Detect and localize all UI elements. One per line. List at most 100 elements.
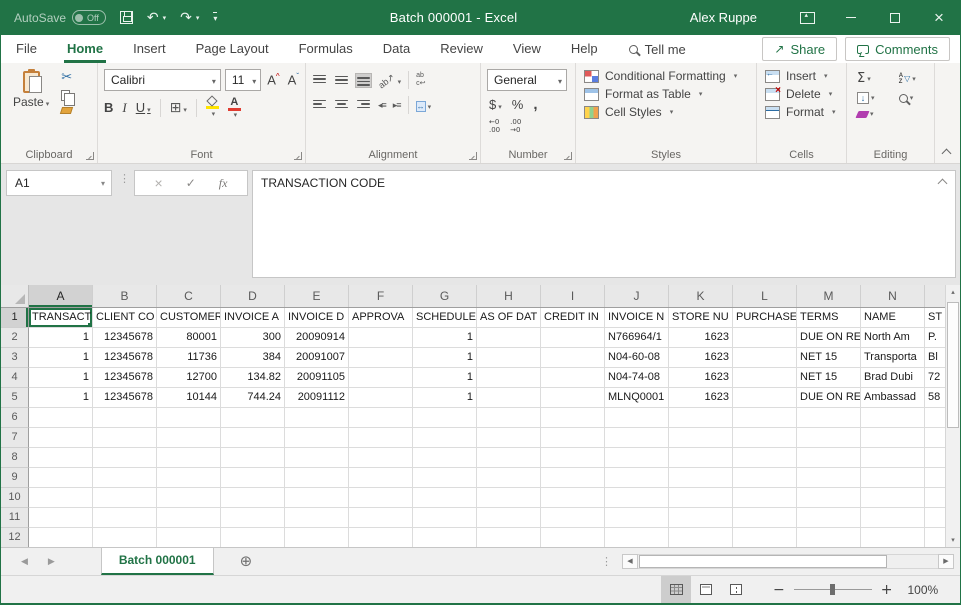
cell-C8[interactable] bbox=[157, 448, 221, 468]
cell-D10[interactable] bbox=[221, 488, 285, 508]
increase-indent-button[interactable]: ▸≡ bbox=[393, 100, 401, 111]
decrease-decimal-button[interactable]: .00→0 bbox=[510, 118, 521, 134]
cell-partial1[interactable]: ST bbox=[925, 308, 945, 328]
autosave-toggle[interactable]: Off bbox=[72, 10, 106, 25]
tab-scroll-separator-icon[interactable]: ⋮ bbox=[601, 555, 612, 568]
cell-K6[interactable] bbox=[669, 408, 733, 428]
cell-H2[interactable] bbox=[477, 328, 541, 348]
cell-G9[interactable] bbox=[413, 468, 477, 488]
cell-M11[interactable] bbox=[797, 508, 861, 528]
cell-M2[interactable]: DUE ON RE bbox=[797, 328, 861, 348]
cell-H5[interactable] bbox=[477, 388, 541, 408]
redo-button[interactable]: ↷ bbox=[180, 10, 199, 26]
row-header-5[interactable]: 5 bbox=[1, 388, 29, 408]
cell-E7[interactable] bbox=[285, 428, 349, 448]
cell-N1[interactable]: NAME bbox=[861, 308, 925, 328]
cell-M12[interactable] bbox=[797, 528, 861, 548]
cell-C7[interactable] bbox=[157, 428, 221, 448]
cancel-icon[interactable]: × bbox=[155, 175, 163, 191]
cell-N12[interactable] bbox=[861, 528, 925, 548]
tab-data[interactable]: Data bbox=[368, 35, 425, 63]
zoom-out-icon[interactable]: − bbox=[773, 582, 785, 598]
tab-help[interactable]: Help bbox=[556, 35, 613, 63]
align-left-button[interactable] bbox=[312, 99, 327, 112]
cell-C12[interactable] bbox=[157, 528, 221, 548]
bottom-align-button[interactable] bbox=[356, 74, 371, 87]
cell-C1[interactable]: CUSTOMER bbox=[157, 308, 221, 328]
scroll-up-icon[interactable]: ▴ bbox=[946, 285, 960, 300]
cell-D6[interactable] bbox=[221, 408, 285, 428]
cell-L11[interactable] bbox=[733, 508, 797, 528]
cell-K2[interactable]: 1623 bbox=[669, 328, 733, 348]
cell-H8[interactable] bbox=[477, 448, 541, 468]
cell-F7[interactable] bbox=[349, 428, 413, 448]
cell-L7[interactable] bbox=[733, 428, 797, 448]
cell-E3[interactable]: 20091007 bbox=[285, 348, 349, 368]
cell-F2[interactable] bbox=[349, 328, 413, 348]
column-header-L[interactable]: L bbox=[733, 285, 797, 307]
vertical-scrollbar[interactable]: ▴ ▾ bbox=[945, 285, 960, 548]
column-header-A[interactable]: A bbox=[29, 285, 93, 307]
zoom-level[interactable]: 100% bbox=[907, 583, 938, 597]
cell-L12[interactable] bbox=[733, 528, 797, 548]
cell-partial5[interactable]: 58 bbox=[925, 388, 945, 408]
column-header-F[interactable]: F bbox=[349, 285, 413, 307]
cell-K11[interactable] bbox=[669, 508, 733, 528]
column-header-I[interactable]: I bbox=[541, 285, 605, 307]
cell-K4[interactable]: 1623 bbox=[669, 368, 733, 388]
cell-K9[interactable] bbox=[669, 468, 733, 488]
cell-C6[interactable] bbox=[157, 408, 221, 428]
cell-M3[interactable]: NET 15 bbox=[797, 348, 861, 368]
cell-K8[interactable] bbox=[669, 448, 733, 468]
cell-B7[interactable] bbox=[93, 428, 157, 448]
cell-C5[interactable]: 10144 bbox=[157, 388, 221, 408]
wrap-text-button[interactable]: abc↩ bbox=[416, 72, 425, 87]
cell-J3[interactable]: N04-60-08 bbox=[605, 348, 669, 368]
cell-G4[interactable]: 1 bbox=[413, 368, 477, 388]
cell-L6[interactable] bbox=[733, 408, 797, 428]
autosum-button[interactable]: Σ bbox=[857, 71, 889, 86]
cell-K12[interactable] bbox=[669, 528, 733, 548]
cell-L2[interactable] bbox=[733, 328, 797, 348]
prev-sheet-icon[interactable]: ◀ bbox=[21, 556, 28, 567]
cell-H10[interactable] bbox=[477, 488, 541, 508]
cell-E8[interactable] bbox=[285, 448, 349, 468]
cell-A12[interactable] bbox=[29, 528, 93, 548]
cell-partial3[interactable]: Bl bbox=[925, 348, 945, 368]
cell-E10[interactable] bbox=[285, 488, 349, 508]
cell-E4[interactable]: 20091105 bbox=[285, 368, 349, 388]
cell-I9[interactable] bbox=[541, 468, 605, 488]
cell-F11[interactable] bbox=[349, 508, 413, 528]
cell-B2[interactable]: 12345678 bbox=[93, 328, 157, 348]
column-header-M[interactable]: M bbox=[797, 285, 861, 307]
cell-I12[interactable] bbox=[541, 528, 605, 548]
cell-D12[interactable] bbox=[221, 528, 285, 548]
zoom-slider-thumb[interactable] bbox=[830, 584, 835, 595]
cell-I6[interactable] bbox=[541, 408, 605, 428]
cut-icon[interactable]: ✂ bbox=[61, 71, 72, 84]
enter-icon[interactable]: ✓ bbox=[186, 176, 196, 190]
normal-view-button[interactable] bbox=[661, 576, 691, 603]
cell-L3[interactable] bbox=[733, 348, 797, 368]
align-center-button[interactable] bbox=[334, 99, 349, 112]
cell-partial7[interactable] bbox=[925, 428, 945, 448]
cell-I8[interactable] bbox=[541, 448, 605, 468]
cell-H4[interactable] bbox=[477, 368, 541, 388]
cell-partial6[interactable] bbox=[925, 408, 945, 428]
row-header-8[interactable]: 8 bbox=[1, 448, 29, 468]
horizontal-scrollbar-track[interactable] bbox=[638, 554, 938, 569]
zoom-in-icon[interactable]: + bbox=[881, 582, 893, 598]
scroll-right-icon[interactable]: ▶ bbox=[938, 554, 954, 569]
cell-L1[interactable]: PURCHASE bbox=[733, 308, 797, 328]
zoom-slider[interactable] bbox=[794, 589, 872, 590]
cell-B6[interactable] bbox=[93, 408, 157, 428]
user-name[interactable]: Alex Ruppe bbox=[690, 10, 757, 25]
cell-J8[interactable] bbox=[605, 448, 669, 468]
row-header-7[interactable]: 7 bbox=[1, 428, 29, 448]
cell-L4[interactable] bbox=[733, 368, 797, 388]
tab-insert[interactable]: Insert bbox=[118, 35, 181, 63]
cell-N3[interactable]: Transporta bbox=[861, 348, 925, 368]
cell-B12[interactable] bbox=[93, 528, 157, 548]
cell-I3[interactable] bbox=[541, 348, 605, 368]
row-header-6[interactable]: 6 bbox=[1, 408, 29, 428]
